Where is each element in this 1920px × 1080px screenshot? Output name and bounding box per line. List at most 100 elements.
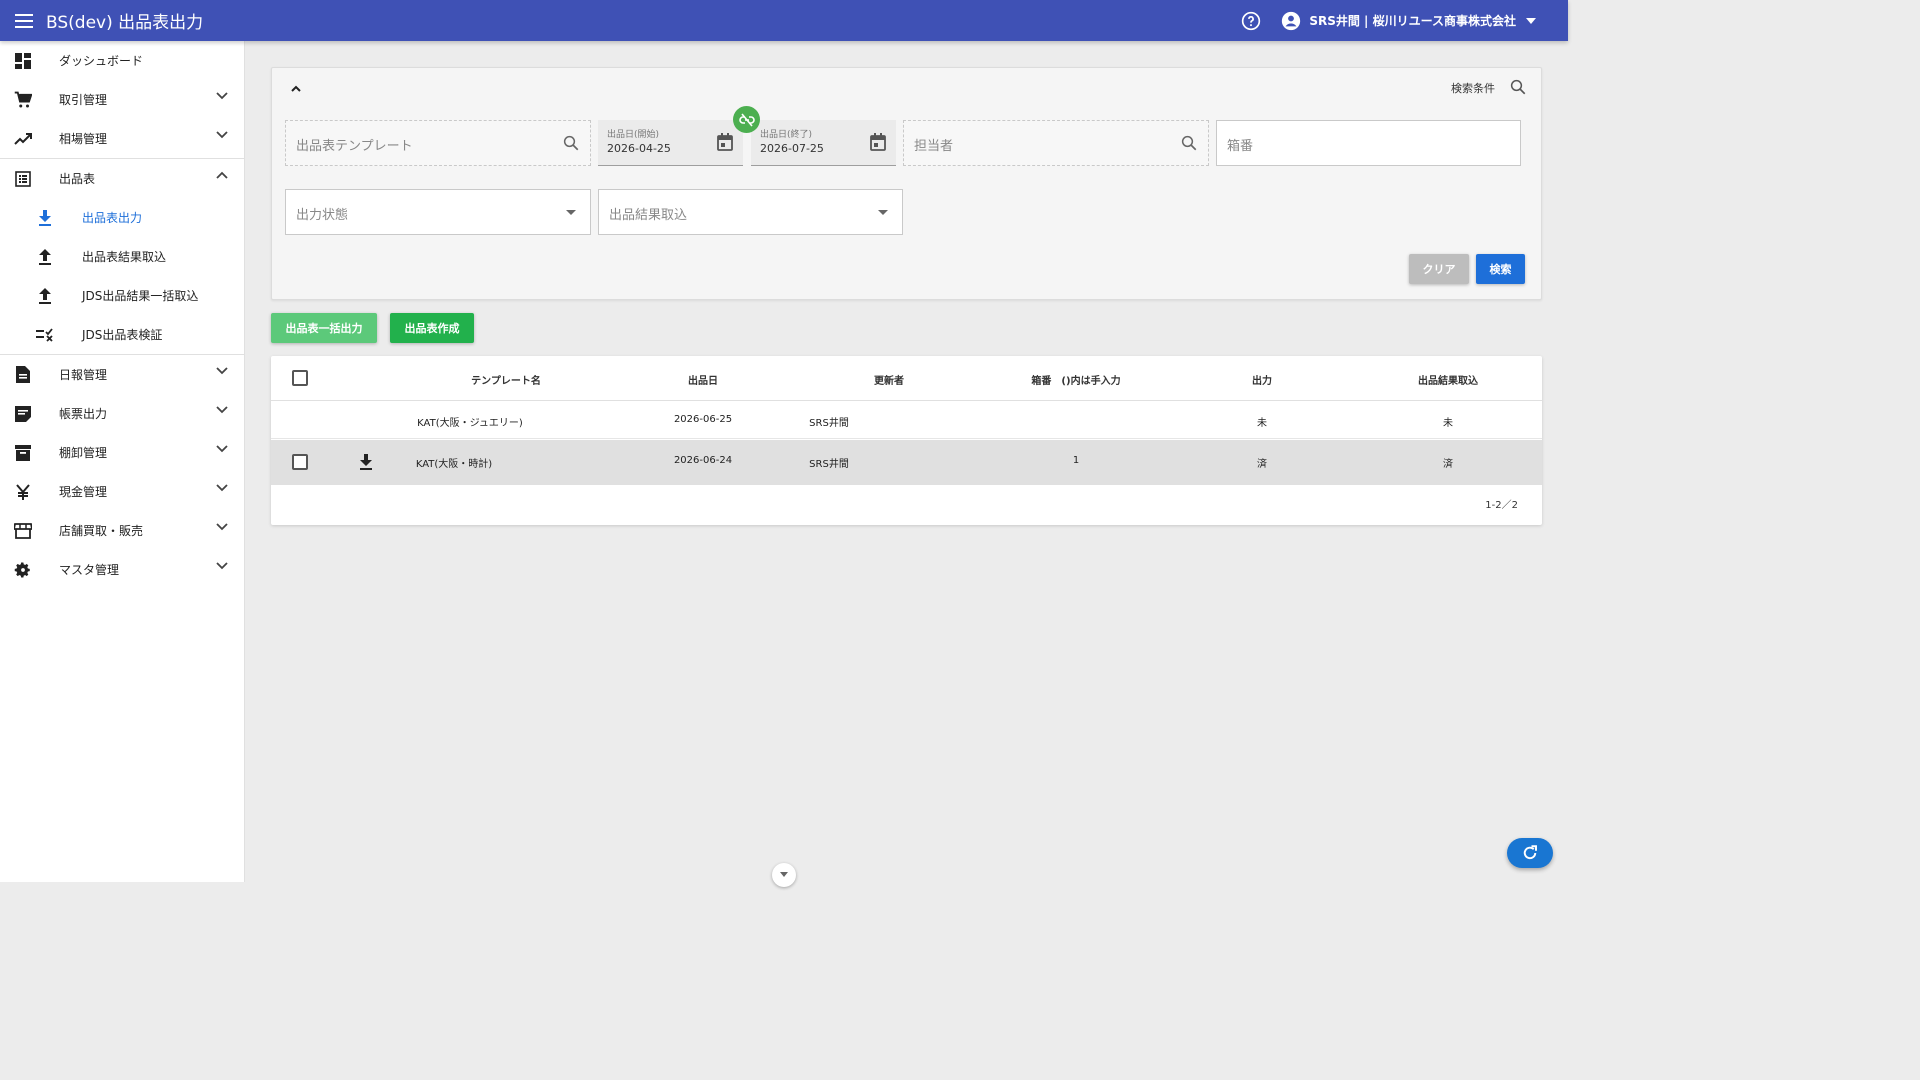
person-search-field[interactable]: 担当者: [903, 120, 1209, 166]
date-end-value: 2026-07-25: [760, 142, 824, 155]
refresh-button[interactable]: [1507, 838, 1553, 868]
create-listing-button[interactable]: 出品表作成: [390, 313, 474, 343]
sidebar-subitem-jds-verify[interactable]: JDS出品表検証: [0, 315, 244, 354]
template-name: KAT(大阪・ジュエリー): [417, 418, 523, 429]
sidebar-item-listing[interactable]: 出品表: [0, 159, 244, 198]
upload-icon: [35, 286, 55, 306]
list-alt-icon: [13, 169, 33, 189]
sidebar-item-label: マスタ管理: [59, 563, 120, 577]
date-start-label: 出品日(開始): [607, 130, 660, 140]
dropdown-arrow-icon: [566, 210, 576, 215]
sidebar-item-transactions[interactable]: 取引管理: [0, 80, 244, 119]
search-icon[interactable]: [1180, 134, 1198, 152]
search-panel: 検索条件: [271, 67, 1542, 300]
listing-date: 2026-06-24: [673, 455, 733, 466]
chevron-down-icon: [216, 131, 228, 139]
table-row[interactable]: KAT(大阪・ジュエリー) 2026-06-25 SRS井間 未 未: [271, 401, 1542, 439]
download-icon: [35, 208, 55, 228]
chevron-down-icon: [216, 562, 228, 570]
box-number-field[interactable]: 箱番: [1216, 120, 1521, 166]
column-header[interactable]: 出品日: [688, 372, 718, 387]
result-import-select[interactable]: 出品結果取込: [598, 189, 903, 235]
trending-up-icon: [13, 129, 33, 149]
page-title: BS(dev) 出品表出力: [46, 13, 204, 33]
sidebar-item-label: 棚卸管理: [59, 446, 108, 460]
scroll-down-button[interactable]: [772, 863, 796, 887]
archive-icon: [13, 443, 33, 463]
table-row[interactable]: KAT(大阪・時計) 2026-06-24 SRS井間 1 済 済: [271, 440, 1542, 485]
yen-icon: [13, 482, 33, 502]
result-import-placeholder: 出品結果取込: [609, 208, 688, 223]
refresh-icon: [1523, 845, 1537, 860]
calendar-icon[interactable]: [717, 133, 733, 151]
listing-table: テンプレート名 出品日 更新者 箱番 ()内は手入力 出力 出品結果取込 KAT…: [271, 356, 1542, 525]
sidebar-item-label: ダッシュボード: [59, 54, 144, 68]
row-checkbox[interactable]: [292, 454, 308, 470]
table-header: テンプレート名 出品日 更新者 箱番 ()内は手入力 出力 出品結果取込: [271, 356, 1542, 401]
column-header[interactable]: 出品結果取込: [1418, 372, 1478, 387]
sidebar-item-store[interactable]: 店舗買取・販売: [0, 511, 244, 550]
column-header[interactable]: 更新者: [874, 372, 904, 387]
column-header[interactable]: 出力: [1252, 372, 1272, 387]
sidebar-item-label: 出品表結果取込: [82, 250, 167, 264]
note-icon: [13, 404, 33, 424]
template-search-field[interactable]: 出品表テンプレート: [285, 120, 591, 166]
search-button[interactable]: 検索: [1476, 254, 1525, 284]
pagination-info: 1-2／2: [1485, 500, 1518, 511]
select-all-checkbox[interactable]: [292, 370, 308, 386]
gear-icon: [13, 560, 33, 580]
bulk-output-button[interactable]: 出品表一括出力: [271, 313, 377, 343]
output-status: 済: [1257, 459, 1267, 470]
sidebar-item-label: 出品表: [59, 172, 96, 186]
sidebar-item-daily-report[interactable]: 日報管理: [0, 355, 244, 394]
help-icon[interactable]: [1241, 11, 1261, 31]
menu-icon[interactable]: [12, 9, 36, 33]
column-header[interactable]: 箱番 ()内は手入力: [1031, 372, 1120, 387]
calendar-icon[interactable]: [870, 133, 886, 151]
user-name: SRS井間 | 桜川リユース商事株式会社: [1309, 14, 1516, 28]
chevron-down-icon: [216, 445, 228, 453]
result-status: 済: [1443, 459, 1453, 470]
sidebar-item-inventory[interactable]: 棚卸管理: [0, 433, 244, 472]
sidebar-item-forms-output[interactable]: 帳票出力: [0, 394, 244, 433]
sidebar-subitem-listing-result-import[interactable]: 出品表結果取込: [0, 237, 244, 276]
sidebar-subitem-jds-bulk-import[interactable]: JDS出品結果一括取込: [0, 276, 244, 315]
column-header[interactable]: テンプレート名: [471, 372, 541, 387]
sidebar-item-cash[interactable]: 現金管理: [0, 472, 244, 511]
box-number: 1: [1072, 455, 1080, 466]
sidebar-item-label: 出品表出力: [82, 211, 143, 225]
store-icon: [13, 521, 33, 541]
description-icon: [13, 365, 33, 385]
date-end-field[interactable]: 出品日(終了) 2026-07-25: [751, 120, 896, 166]
chevron-down-icon: [216, 523, 228, 531]
sidebar-item-market[interactable]: 相場管理: [0, 119, 244, 158]
updater: SRS井間: [809, 459, 849, 470]
sidebar-item-label: JDS出品結果一括取込: [82, 289, 199, 303]
date-start-value: 2026-04-25: [607, 142, 671, 155]
clear-button[interactable]: クリア: [1409, 254, 1469, 284]
sidebar-item-dashboard[interactable]: ダッシュボード: [0, 41, 244, 80]
sidebar-item-master[interactable]: マスタ管理: [0, 550, 244, 589]
chevron-down-icon: [1526, 17, 1536, 24]
output-status-select[interactable]: 出力状態: [285, 189, 591, 235]
link-off-icon[interactable]: [733, 106, 760, 133]
search-icon[interactable]: [562, 134, 580, 152]
upload-icon: [35, 247, 55, 267]
dashboard-icon: [13, 51, 33, 71]
download-icon[interactable]: [359, 454, 373, 470]
chevron-down-icon: [216, 406, 228, 414]
sidebar-item-label: 店舗買取・販売: [59, 524, 144, 538]
dropdown-arrow-icon: [878, 210, 888, 215]
chevron-up-icon[interactable]: [287, 80, 305, 98]
sidebar-item-label: 日報管理: [59, 368, 108, 382]
user-menu[interactable]: SRS井間 | 桜川リユース商事株式会社: [1281, 11, 1544, 31]
checklist-icon: [35, 325, 55, 345]
date-start-field[interactable]: 出品日(開始) 2026-04-25: [598, 120, 743, 166]
date-end-label: 出品日(終了): [760, 130, 813, 140]
sidebar-subitem-listing-output[interactable]: 出品表出力: [0, 198, 244, 237]
cart-icon: [13, 90, 33, 110]
sidebar-item-label: JDS出品表検証: [82, 328, 163, 342]
output-status: 未: [1257, 418, 1267, 429]
search-icon[interactable]: [1509, 78, 1527, 96]
app-bar: BS(dev) 出品表出力 SRS井間 | 桜川リユース商事株式会社: [0, 0, 1568, 41]
